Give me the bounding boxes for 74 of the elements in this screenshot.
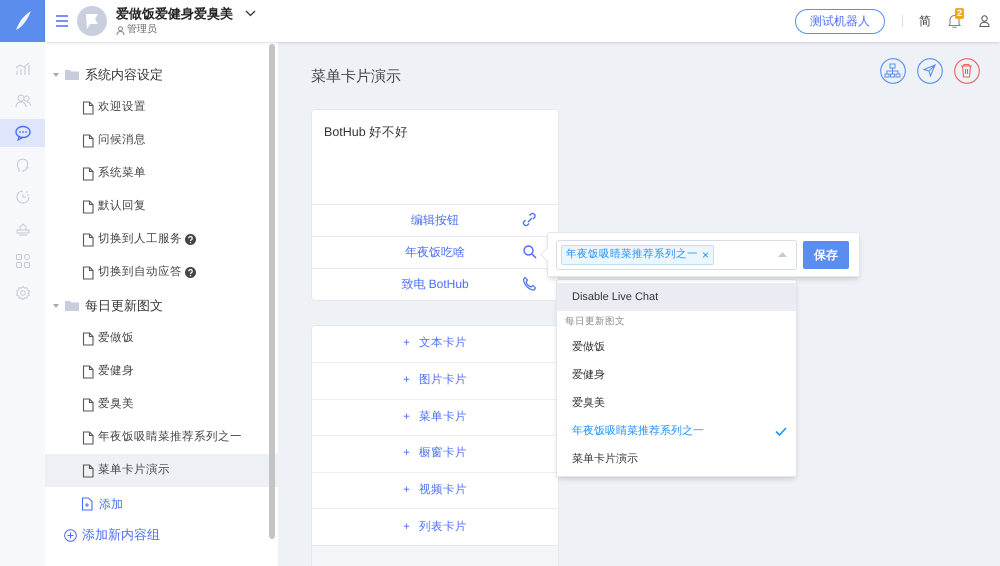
app-logo[interactable]: [0, 0, 45, 42]
scrollbar[interactable]: [269, 44, 275, 539]
tree-item[interactable]: 菜单卡片演示: [45, 454, 278, 487]
tree-item[interactable]: 欢迎设置: [45, 91, 278, 124]
send-icon[interactable]: [917, 58, 943, 84]
dropdown-option[interactable]: 爱臭美: [557, 389, 796, 417]
add-group-link[interactable]: 添加新内容组: [45, 520, 278, 550]
file-icon: [82, 464, 94, 478]
file-icon: [82, 332, 94, 346]
sitemap-icon[interactable]: [880, 58, 906, 84]
tree-item[interactable]: 切换到人工服务: [45, 223, 278, 256]
plus-circle-icon[interactable]: [64, 528, 77, 542]
file-icon: [82, 364, 94, 378]
file-icon: [82, 134, 94, 148]
file-icon: [82, 430, 94, 444]
crown-icon[interactable]: [14, 221, 30, 237]
flag-avatar-icon: [77, 6, 107, 36]
search-icon[interactable]: [522, 244, 538, 260]
caret-up-icon[interactable]: [778, 252, 787, 257]
file-icon: [82, 266, 94, 280]
file-icon: [82, 232, 94, 246]
file-icon: [82, 166, 94, 180]
org-name[interactable]: 爱做饭爱健身爱臭美: [116, 6, 233, 22]
caret-icon[interactable]: [52, 302, 60, 308]
tree-item[interactable]: 爱做饭: [45, 322, 278, 355]
dropdown-option[interactable]: 菜单卡片演示: [557, 445, 796, 473]
settings-icon[interactable]: [14, 285, 30, 301]
phone-icon[interactable]: [522, 276, 538, 292]
tree-item[interactable]: 系统菜单: [45, 157, 278, 190]
test-bot-button[interactable]: 测试机器人: [795, 8, 885, 34]
option-group-label: 每日更新图文: [564, 314, 626, 329]
add-file-icon[interactable]: [81, 496, 93, 510]
rail-item[interactable]: [0, 119, 45, 147]
group-label[interactable]: 系统内容设定: [85, 64, 163, 84]
add-card-button[interactable]: + 文本卡片: [312, 326, 558, 362]
dropdown-option[interactable]: 爱做饭: [557, 333, 796, 361]
chat-bubbles-icon[interactable]: [14, 125, 30, 141]
head-icon[interactable]: [14, 157, 30, 173]
dropdown-option[interactable]: 爱健身: [557, 361, 796, 389]
delete-icon[interactable]: [954, 58, 980, 84]
check-icon: [775, 426, 787, 436]
file-icon: [82, 398, 94, 412]
file-icon: [82, 200, 94, 214]
help-icon[interactable]: [185, 267, 196, 278]
link-icon[interactable]: [522, 212, 538, 228]
tree-item[interactable]: 默认回复: [45, 190, 278, 223]
user-icon[interactable]: [979, 15, 990, 27]
chart-icon[interactable]: [14, 61, 30, 77]
page-title: 菜单卡片演示: [311, 67, 401, 87]
tree-item[interactable]: 切换到自动应答: [45, 256, 278, 289]
clock-icon[interactable]: [14, 189, 30, 205]
card-text: BotHub 好不好: [324, 124, 408, 138]
tree-item[interactable]: 爱健身: [45, 355, 278, 388]
role-label: 管理员: [127, 24, 157, 36]
tree-item[interactable]: 问候消息: [45, 124, 278, 157]
file-icon: [82, 100, 94, 114]
notification-badge: 2: [955, 8, 964, 19]
apps-icon[interactable]: [14, 253, 30, 269]
tree-item[interactable]: 爱臭美: [45, 388, 278, 421]
menu-icon[interactable]: [55, 15, 69, 27]
help-icon[interactable]: [185, 234, 196, 245]
caret-icon[interactable]: [52, 72, 60, 78]
language-button[interactable]: 简: [919, 12, 931, 30]
group-label[interactable]: 每日更新图文: [85, 296, 163, 316]
user-icon: [116, 26, 125, 35]
bell-icon[interactable]: [948, 14, 961, 28]
folder-icon: [65, 300, 79, 311]
folder-icon: [65, 69, 79, 80]
tree-item[interactable]: 年夜饭吸睛菜推荐系列之一: [45, 421, 278, 454]
users-icon[interactable]: [14, 93, 30, 109]
dropdown-option[interactable]: Disable Live Chat: [557, 283, 796, 311]
chevron-down-icon[interactable]: [245, 10, 256, 18]
add-card-button[interactable]: + 视频卡片: [312, 472, 558, 508]
add-item-link[interactable]: 添加: [45, 487, 278, 520]
